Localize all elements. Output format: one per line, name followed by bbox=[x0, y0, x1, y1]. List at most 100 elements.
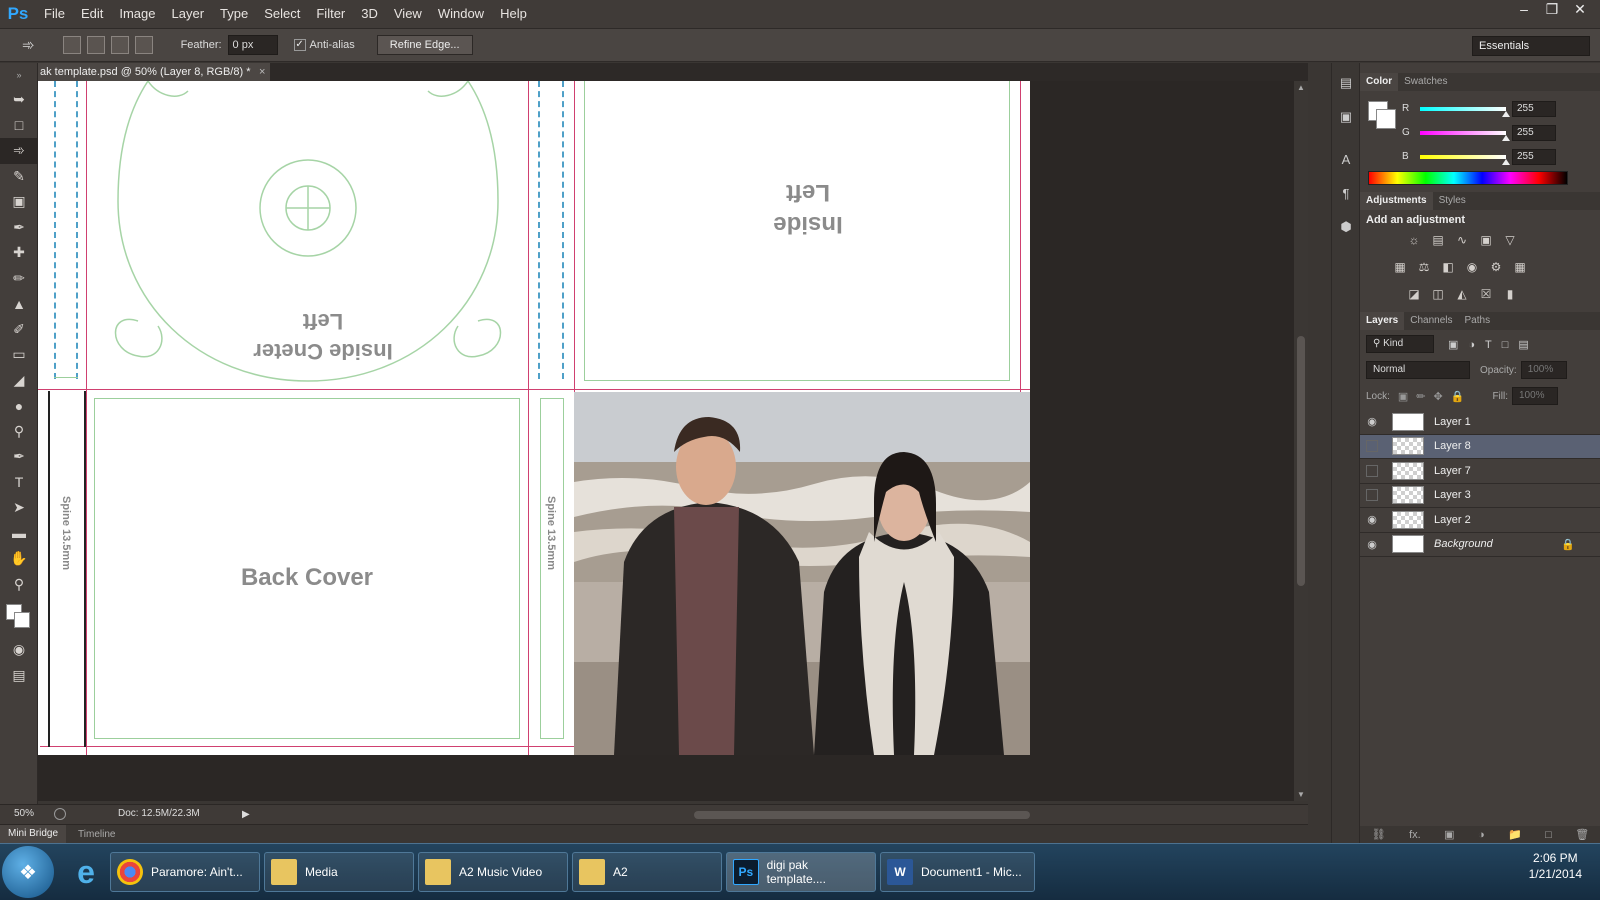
green-track[interactable] bbox=[1420, 131, 1506, 135]
green-value-field[interactable]: 255 bbox=[1512, 125, 1556, 141]
eye-icon[interactable]: ◉ bbox=[1360, 538, 1384, 551]
green-knob[interactable] bbox=[1502, 135, 1510, 141]
canvas-area[interactable]: Inside Cneter Left Inside Left Back Cove… bbox=[38, 81, 1294, 801]
eraser-tool-icon[interactable]: ▭ bbox=[0, 342, 38, 368]
subtract-selection-icon[interactable] bbox=[110, 36, 129, 54]
filter-icons[interactable]: ▣◑T□▤ bbox=[1448, 338, 1539, 351]
refine-edge-button[interactable]: Refine Edge... bbox=[376, 35, 473, 55]
menu-3d[interactable]: 3D bbox=[353, 0, 386, 28]
3d-icon[interactable]: ⬢ bbox=[1332, 213, 1360, 241]
document-tab[interactable]: ak template.psd @ 50% (Layer 8, RGB/8) *… bbox=[38, 63, 271, 81]
taskbar-item-media[interactable]: Media bbox=[264, 852, 414, 892]
horizontal-scroll-thumb[interactable] bbox=[694, 811, 1030, 819]
blue-knob[interactable] bbox=[1502, 159, 1510, 165]
selective-color-icon[interactable]: ☒ bbox=[1476, 286, 1496, 302]
threshold-icon[interactable]: ◭ bbox=[1452, 286, 1472, 302]
character-icon[interactable]: A bbox=[1332, 145, 1360, 173]
history-brush-tool-icon[interactable]: ✐ bbox=[0, 317, 38, 343]
system-clock[interactable]: 2:06 PM 1/21/2014 bbox=[1529, 850, 1582, 882]
vibrance-icon[interactable]: ▽ bbox=[1500, 232, 1520, 248]
layer-row[interactable]: Layer 7 bbox=[1360, 459, 1600, 484]
layer-name[interactable]: Layer 8 bbox=[1434, 440, 1471, 452]
gradient-map-icon[interactable]: ▮ bbox=[1500, 286, 1520, 302]
taskbar-item-chrome[interactable]: Paramore: Ain't... bbox=[110, 852, 260, 892]
channel-mixer-icon[interactable]: ⚙ bbox=[1486, 259, 1506, 275]
kind-filter-select[interactable]: ⚲ Kind bbox=[1366, 335, 1434, 353]
workspace-select[interactable]: Essentials bbox=[1472, 36, 1590, 56]
blur-tool-icon[interactable]: ● bbox=[0, 393, 38, 419]
posterize-icon[interactable]: ◫ bbox=[1428, 286, 1448, 302]
tab-layers[interactable]: Layers bbox=[1360, 312, 1405, 330]
history-icon[interactable]: ▤ bbox=[1332, 69, 1360, 97]
hand-tool-icon[interactable]: ✋ bbox=[0, 546, 38, 572]
layer-thumbnail[interactable] bbox=[1392, 412, 1424, 431]
paint-bucket-tool-icon[interactable]: ◢ bbox=[0, 368, 38, 394]
lock-icons[interactable]: ▣✏✥🔒 bbox=[1398, 390, 1473, 403]
minimize-icon[interactable]: – bbox=[1510, 0, 1538, 20]
dodge-tool-icon[interactable]: ⚲ bbox=[0, 419, 38, 445]
levels-icon[interactable]: ▤ bbox=[1428, 232, 1448, 248]
layer-name[interactable]: Layer 7 bbox=[1434, 465, 1471, 477]
menu-filter[interactable]: Filter bbox=[308, 0, 353, 28]
rectangle-tool-icon[interactable]: ▬ bbox=[0, 521, 38, 547]
taskbar-item-word[interactable]: W Document1 - Mic... bbox=[880, 852, 1035, 892]
red-value-field[interactable]: 255 bbox=[1512, 101, 1556, 117]
status-menu-icon[interactable]: ▶ bbox=[242, 809, 252, 821]
tab-color[interactable]: Color bbox=[1360, 73, 1399, 91]
layer-row[interactable]: ◉ Background 🔒 bbox=[1360, 533, 1600, 557]
restore-icon[interactable]: ❐ bbox=[1538, 0, 1566, 20]
scroll-up-icon[interactable]: ▲ bbox=[1297, 83, 1305, 92]
layer-name[interactable]: Layer 3 bbox=[1434, 489, 1471, 501]
type-tool-icon[interactable]: T bbox=[0, 470, 38, 496]
document-canvas[interactable]: Inside Cneter Left Inside Left Back Cove… bbox=[38, 81, 1030, 755]
new-group-icon[interactable]: 📁 bbox=[1508, 828, 1522, 841]
visibility-off-icon[interactable] bbox=[1366, 464, 1378, 477]
antialias-checkbox[interactable]: ✓ bbox=[293, 39, 306, 51]
layer-row[interactable]: ◉ Layer 1 bbox=[1360, 410, 1600, 435]
brush-tool-icon[interactable]: ✏ bbox=[0, 266, 38, 292]
exposure-icon[interactable]: ▣ bbox=[1476, 232, 1496, 248]
close-icon[interactable]: ✕ bbox=[1566, 0, 1594, 20]
blue-track[interactable] bbox=[1420, 155, 1506, 159]
layer-thumbnail[interactable] bbox=[1392, 535, 1424, 554]
vertical-scrollbar[interactable]: ▲ ▼ bbox=[1294, 81, 1308, 801]
healing-brush-tool-icon[interactable]: ✚ bbox=[0, 240, 38, 266]
tab-timeline[interactable]: Timeline bbox=[66, 829, 127, 840]
layer-row[interactable]: Layer 3 bbox=[1360, 484, 1600, 508]
new-layer-icon[interactable]: □ bbox=[1545, 829, 1552, 841]
layer-row[interactable]: Layer 8 bbox=[1360, 434, 1600, 459]
menu-type[interactable]: Type bbox=[212, 0, 256, 28]
tab-channels[interactable]: Channels bbox=[1404, 312, 1458, 330]
eye-icon[interactable]: ◉ bbox=[1360, 415, 1384, 428]
red-knob[interactable] bbox=[1502, 111, 1510, 117]
link-layers-icon[interactable]: ⛓ bbox=[1372, 828, 1386, 841]
visibility-off-icon[interactable] bbox=[1366, 489, 1378, 502]
layer-name[interactable]: Background bbox=[1434, 538, 1493, 550]
layer-thumbnail[interactable] bbox=[1392, 461, 1424, 480]
blue-slider[interactable]: B 255 bbox=[1402, 149, 1592, 167]
color-spectrum[interactable] bbox=[1368, 171, 1568, 185]
quick-selection-tool-icon[interactable]: ✎ bbox=[0, 164, 38, 190]
horizontal-scrollbar[interactable] bbox=[262, 811, 1312, 819]
curves-icon[interactable]: ∿ bbox=[1452, 232, 1472, 248]
taskbar-item-photoshop[interactable]: Ps digi pak template.... bbox=[726, 852, 876, 892]
photo-filter-icon[interactable]: ◉ bbox=[1462, 259, 1482, 275]
hue-saturation-icon[interactable]: ▦ bbox=[1390, 259, 1410, 275]
menu-image[interactable]: Image bbox=[111, 0, 163, 28]
taskbar-item-a2-music-video[interactable]: A2 Music Video bbox=[418, 852, 568, 892]
color-balance-icon[interactable]: ⚖ bbox=[1414, 259, 1434, 275]
tab-adjustments[interactable]: Adjustments bbox=[1360, 192, 1433, 210]
zoom-field[interactable]: 50% bbox=[14, 808, 34, 819]
blend-mode-select[interactable]: Normal bbox=[1366, 361, 1470, 379]
opacity-field[interactable]: 100% bbox=[1520, 361, 1567, 379]
start-button[interactable]: ❖ bbox=[2, 846, 54, 898]
move-tool-icon[interactable]: ➥ bbox=[0, 87, 38, 113]
new-adjustment-icon[interactable]: ◑ bbox=[1478, 829, 1485, 841]
background-color-swatch[interactable] bbox=[1376, 109, 1396, 129]
screen-mode-icon[interactable]: ▤ bbox=[0, 663, 38, 689]
red-slider[interactable]: R 255 bbox=[1402, 101, 1592, 119]
feather-input[interactable]: 0 px bbox=[227, 35, 278, 55]
layer-thumbnail[interactable] bbox=[1392, 486, 1424, 505]
taskbar-item-a2[interactable]: A2 bbox=[572, 852, 722, 892]
crop-tool-icon[interactable]: ▣ bbox=[0, 189, 38, 215]
